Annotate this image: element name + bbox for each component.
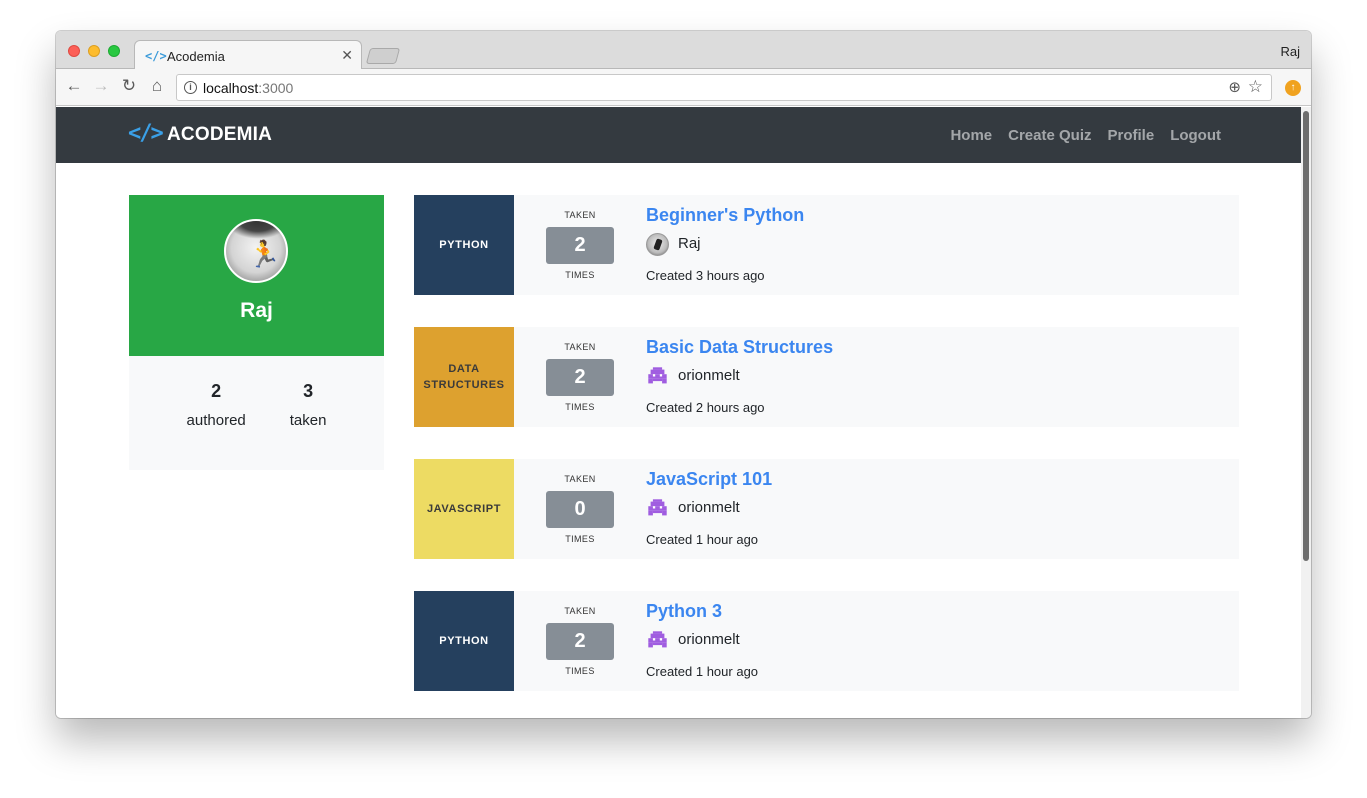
taken-count: 3 — [303, 381, 314, 401]
invader-avatar-icon — [646, 365, 669, 388]
brand-name[interactable]: ACODEMIA — [167, 124, 272, 146]
taken-label: TAKEN — [564, 606, 596, 616]
quiz-title-link[interactable]: JavaScript 101 — [646, 469, 772, 490]
reload-icon[interactable]: ↻ — [119, 76, 139, 96]
quiz-category-badge: DATA STRUCTURES — [414, 327, 514, 427]
profile-card: 🏃 Raj 2 authored 3 taken — [129, 195, 384, 470]
brand-code-icon[interactable]: </> — [128, 121, 164, 146]
author-name: orionmelt — [678, 499, 740, 516]
taken-stat: 3 taken — [290, 381, 327, 429]
taken-count-box: 2 — [546, 227, 614, 264]
quiz-category-badge: PYTHON — [414, 195, 514, 295]
taken-count-box: 2 — [546, 359, 614, 396]
maximize-window-button[interactable] — [108, 45, 120, 57]
bookmark-star-icon[interactable]: ☆ — [1248, 77, 1263, 97]
new-tab-button[interactable] — [365, 48, 401, 64]
nav-home-link[interactable]: Home — [950, 127, 992, 144]
author-avatar — [646, 233, 669, 256]
quiz-card[interactable]: DATA STRUCTURES TAKEN 2 TIMES Basic Data… — [414, 327, 1239, 427]
profile-header: 🏃 Raj — [129, 195, 384, 356]
jumping-person-icon: 🏃 — [248, 239, 281, 269]
scrollbar-thumb[interactable] — [1303, 111, 1309, 561]
url-text[interactable]: localhost:3000 — [203, 80, 293, 96]
created-time: Created 2 hours ago — [646, 400, 765, 415]
extension-icon[interactable]: ↑ — [1285, 80, 1301, 96]
author-name: orionmelt — [678, 631, 740, 648]
taken-label: TAKEN — [564, 210, 596, 220]
nav-profile-link[interactable]: Profile — [1108, 127, 1155, 144]
browser-window: </> Acodemia ✕ Raj ← → ↻ ⌂ i localhost:3… — [56, 31, 1311, 718]
browser-profile-name[interactable]: Raj — [1280, 44, 1300, 59]
url-port: :3000 — [258, 80, 294, 96]
page-viewport: </> ACODEMIA Home Create Quiz Profile Lo… — [56, 107, 1311, 718]
taken-count-box: 0 — [546, 491, 614, 528]
created-time: Created 1 hour ago — [646, 664, 759, 679]
nav-create-quiz-link[interactable]: Create Quiz — [1008, 127, 1091, 144]
forward-arrow-icon[interactable]: → — [91, 76, 111, 96]
quiz-category-badge: JAVASCRIPT — [414, 459, 514, 559]
avatar: 🏃 — [224, 219, 288, 283]
quiz-category-badge: PYTHON — [414, 591, 514, 691]
quiz-title-link[interactable]: Beginner's Python — [646, 205, 804, 226]
code-icon: </> — [145, 49, 167, 63]
invader-avatar-icon — [646, 629, 669, 652]
tab-title: Acodemia — [167, 49, 225, 64]
back-arrow-icon[interactable]: ← — [64, 76, 84, 96]
site-navbar: </> ACODEMIA Home Create Quiz Profile Lo… — [56, 107, 1301, 163]
scrollbar[interactable] — [1301, 107, 1311, 718]
title-bar: </> Acodemia ✕ Raj — [56, 31, 1311, 70]
created-time: Created 1 hour ago — [646, 532, 759, 547]
times-label: TIMES — [565, 666, 595, 676]
taken-label: TAKEN — [564, 474, 596, 484]
times-label: TIMES — [565, 270, 595, 280]
nav-logout-link[interactable]: Logout — [1170, 127, 1221, 144]
browser-toolbar: ← → ↻ ⌂ i localhost:3000 ⊕ ☆ ↑ — [56, 69, 1311, 106]
quiz-card[interactable]: JAVASCRIPT TAKEN 0 TIMES JavaScript 101 … — [414, 459, 1239, 559]
quiz-card[interactable]: PYTHON TAKEN 2 TIMES Beginner's Python R… — [414, 195, 1239, 295]
quiz-title-link[interactable]: Basic Data Structures — [646, 337, 833, 358]
minimize-window-button[interactable] — [88, 45, 100, 57]
address-bar[interactable]: i localhost:3000 ⊕ ☆ — [176, 74, 1272, 101]
author-name: orionmelt — [678, 367, 740, 384]
times-label: TIMES — [565, 402, 595, 412]
author-name: Raj — [678, 235, 701, 252]
invader-avatar-icon — [646, 497, 669, 520]
created-time: Created 3 hours ago — [646, 268, 765, 283]
tree-shape — [226, 221, 286, 239]
zoom-icon[interactable]: ⊕ — [1228, 78, 1241, 96]
close-window-button[interactable] — [68, 45, 80, 57]
url-host: localhost — [203, 80, 259, 96]
profile-username: Raj — [240, 299, 273, 322]
close-tab-icon[interactable]: ✕ — [341, 47, 353, 64]
authored-stat: 2 authored — [187, 381, 246, 429]
taken-label: taken — [289, 412, 327, 429]
profile-stats: 2 authored 3 taken — [129, 381, 384, 429]
info-icon[interactable]: i — [184, 81, 197, 94]
home-icon[interactable]: ⌂ — [147, 76, 167, 96]
quiz-card[interactable]: PYTHON TAKEN 2 TIMES Python 3 orionmelt … — [414, 591, 1239, 691]
times-label: TIMES — [565, 534, 595, 544]
authored-count: 2 — [211, 381, 222, 401]
quiz-title-link[interactable]: Python 3 — [646, 601, 722, 622]
browser-tab[interactable]: </> Acodemia ✕ — [134, 40, 362, 70]
nav-links: Home Create Quiz Profile Logout — [950, 127, 1221, 144]
authored-label: authored — [186, 412, 246, 429]
taken-label: TAKEN — [564, 342, 596, 352]
taken-count-box: 2 — [546, 623, 614, 660]
